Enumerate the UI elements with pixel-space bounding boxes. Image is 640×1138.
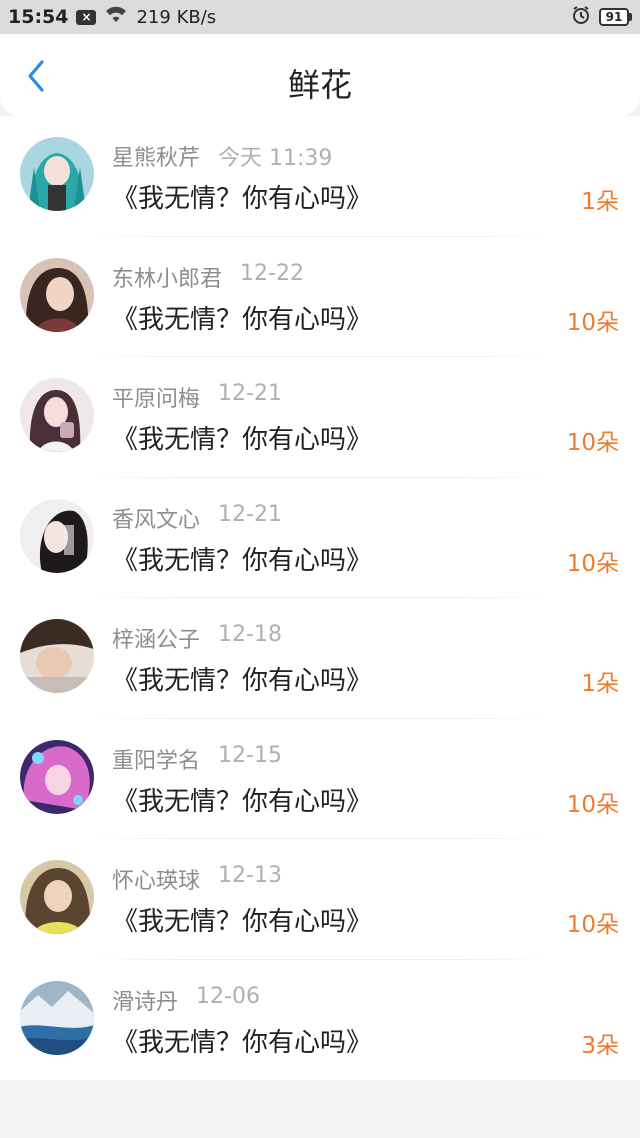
item-meta: 平原问梅 12-21 — [112, 381, 282, 413]
list-item[interactable]: 东林小郎君 12-22 《我无情？你有心吗》 10朵 — [0, 237, 640, 357]
item-title[interactable]: 《我无情？你有心吗》 — [112, 419, 372, 456]
item-date: 12-21 — [218, 501, 282, 527]
item-title[interactable]: 《我无情？你有心吗》 — [112, 781, 372, 818]
flower-count: 10朵 — [566, 309, 619, 336]
wifi-icon — [104, 6, 128, 29]
item-title[interactable]: 《我无情？你有心吗》 — [112, 178, 372, 215]
item-meta: 梓涵公子 12-18 — [112, 622, 282, 654]
item-meta: 香风文心 12-21 — [112, 502, 282, 534]
battery-icon: 91 — [599, 8, 632, 26]
sender-name[interactable]: 平原问梅 — [112, 381, 200, 413]
flower-count: 1朵 — [581, 671, 619, 697]
avatar[interactable] — [20, 498, 94, 573]
item-date: 12-21 — [218, 381, 282, 406]
flower-count: 10朵 — [566, 430, 619, 456]
item-title[interactable]: 《我无情？你有心吗》 — [112, 1022, 372, 1059]
item-date: 12-06 — [196, 983, 260, 1009]
item-date: 12-18 — [218, 622, 282, 647]
status-bar: 15:54 × 219 KB/s 91 — [0, 0, 640, 34]
item-meta: 重阳学名 12-15 — [112, 743, 282, 775]
item-meta: 滑诗丹 12-06 — [112, 984, 260, 1016]
list-item[interactable]: 怀心瑛球 12-13 《我无情？你有心吗》 10朵 — [0, 839, 640, 960]
sender-name[interactable]: 重阳学名 — [112, 743, 200, 775]
list-item[interactable]: 星熊秋芹 今天 11:39 《我无情？你有心吗》 1朵 — [0, 116, 640, 237]
item-title[interactable]: 《我无情？你有心吗》 — [112, 540, 372, 577]
battery-level: 91 — [599, 8, 629, 26]
item-meta: 怀心瑛球 12-13 — [112, 863, 282, 895]
page-title: 鲜花 — [287, 66, 352, 104]
sender-name[interactable]: 东林小郎君 — [112, 261, 222, 293]
flower-list: 星熊秋芹 今天 11:39 《我无情？你有心吗》 1朵 东林小郎君 12-22 … — [0, 116, 640, 1080]
list-item[interactable]: 重阳学名 12-15 《我无情？你有心吗》 10朵 — [0, 719, 640, 839]
avatar[interactable] — [20, 137, 94, 211]
item-date: 今天 11:39 — [218, 146, 333, 171]
flower-count: 3朵 — [581, 1032, 619, 1059]
list-item[interactable]: 香风文心 12-21 《我无情？你有心吗》 10朵 — [0, 478, 640, 598]
list-item[interactable]: 平原问梅 12-21 《我无情？你有心吗》 10朵 — [0, 357, 640, 478]
item-title[interactable]: 《我无情？你有心吗》 — [112, 299, 372, 336]
item-date: 12-15 — [218, 742, 282, 768]
flower-count: 10朵 — [566, 550, 619, 577]
battery-tip — [629, 13, 632, 21]
sender-name[interactable]: 星熊秋芹 — [112, 140, 200, 172]
flower-count: 1朵 — [581, 189, 619, 215]
sender-name[interactable]: 香风文心 — [112, 502, 200, 534]
item-title[interactable]: 《我无情？你有心吗》 — [112, 901, 372, 938]
item-meta: 东林小郎君 12-22 — [112, 261, 304, 293]
avatar[interactable] — [20, 739, 94, 814]
item-title[interactable]: 《我无情？你有心吗》 — [112, 660, 372, 697]
network-speed: 219 KB/s — [136, 6, 217, 28]
item-meta: 星熊秋芹 今天 11:39 — [112, 140, 332, 172]
sender-name[interactable]: 梓涵公子 — [112, 622, 200, 654]
status-time: 15:54 — [8, 6, 69, 28]
nav-header: 鲜花 — [0, 34, 640, 116]
avatar[interactable] — [20, 257, 94, 332]
list-item[interactable]: 滑诗丹 12-06 《我无情？你有心吗》 3朵 — [0, 960, 640, 1081]
alarm-icon — [571, 5, 591, 30]
sender-name[interactable]: 滑诗丹 — [112, 984, 178, 1016]
status-bar-right: 91 — [571, 5, 632, 30]
notification-icon: × — [76, 9, 97, 25]
status-bar-left: 15:54 × 219 KB/s — [8, 6, 216, 29]
avatar[interactable] — [20, 980, 94, 1055]
sender-name[interactable]: 怀心瑛球 — [112, 863, 200, 895]
flower-count: 10朵 — [566, 791, 619, 818]
avatar[interactable] — [20, 619, 94, 693]
flower-count: 10朵 — [566, 912, 619, 938]
avatar[interactable] — [20, 378, 94, 452]
list-item[interactable]: 梓涵公子 12-18 《我无情？你有心吗》 1朵 — [0, 598, 640, 719]
item-date: 12-13 — [218, 863, 282, 888]
avatar[interactable] — [20, 860, 94, 934]
item-date: 12-22 — [240, 260, 304, 286]
